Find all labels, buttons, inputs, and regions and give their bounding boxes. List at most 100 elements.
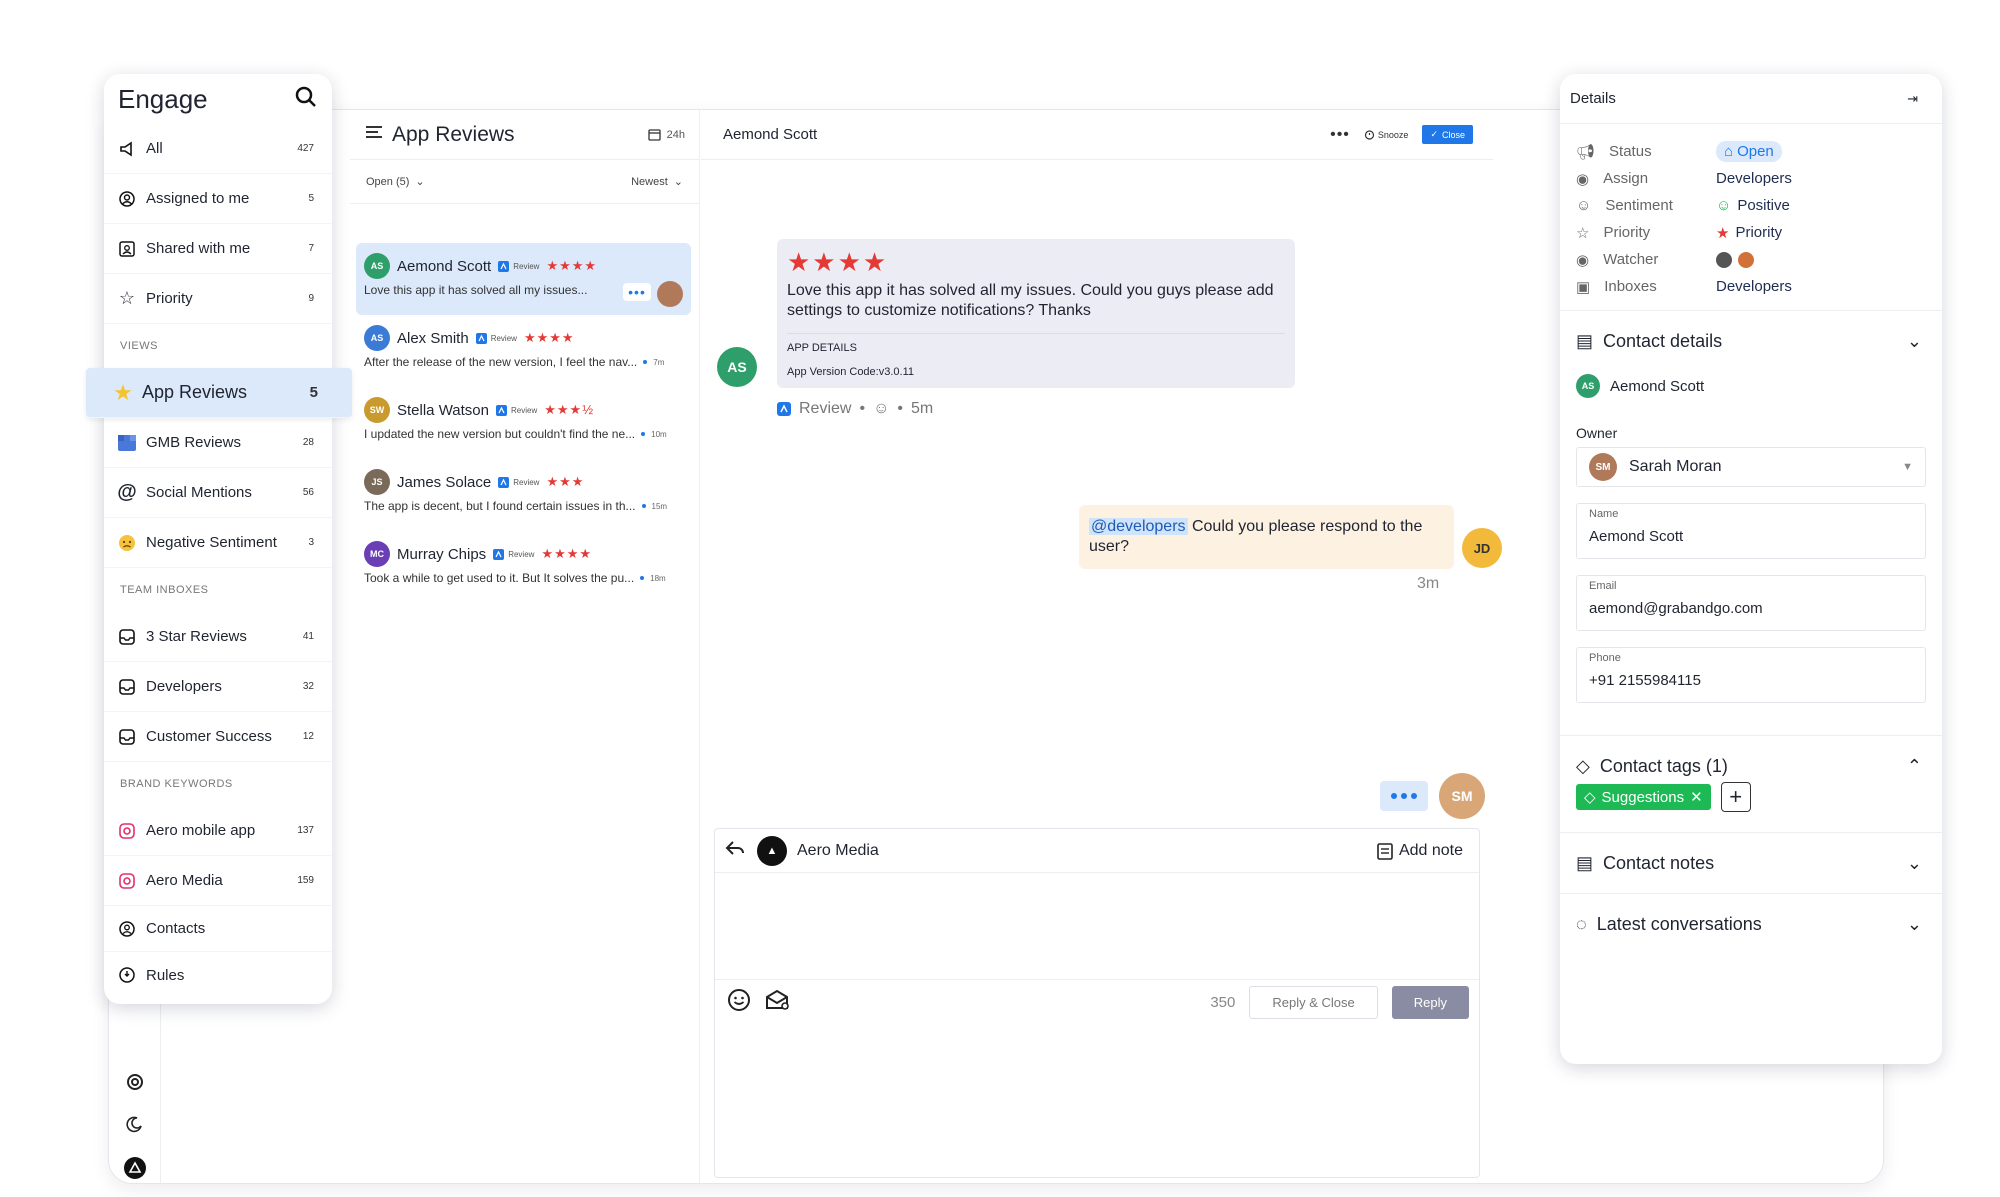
remove-tag-icon[interactable]: ✕ xyxy=(1690,788,1703,806)
details-panel: Details ⇥ 📢︎ Status ⌂ Open ◉ Assign Develop… xyxy=(1560,74,1942,1064)
latest-conversations-toggle[interactable]: ◌ Latest conversations ⌄ xyxy=(1560,894,1942,954)
close-conversation-button[interactable]: ✓ Close xyxy=(1422,125,1473,144)
more-options-icon[interactable]: ••• xyxy=(1330,126,1350,144)
conversation-name: Murray Chips xyxy=(397,545,487,563)
at-sign-icon: @ xyxy=(117,481,137,503)
clipboard-icon: ▤ xyxy=(1576,852,1594,873)
conversation-item[interactable]: AS Alex Smith Review ★★★★ After the release … xyxy=(356,315,691,387)
prop-label: Status xyxy=(1609,143,1652,160)
nav-item-aero-media[interactable]: Aero Media 159 xyxy=(104,856,332,906)
prop-watcher[interactable]: ◉ Watcher xyxy=(1576,246,1926,273)
more-options-icon[interactable]: ••• xyxy=(623,283,651,301)
app-store-icon xyxy=(475,332,487,344)
inbox-icon xyxy=(118,728,136,746)
nav-item-shared[interactable]: Shared with me 7 xyxy=(104,224,332,274)
snooze-button[interactable]: Snooze xyxy=(1364,129,1408,140)
menu-icon[interactable] xyxy=(366,125,382,144)
app-store-icon xyxy=(496,404,507,416)
nav-item-rules[interactable]: Rules xyxy=(104,952,332,998)
conversation-item[interactable]: JS James Solace Review ★★★ The app is decent… xyxy=(356,459,691,531)
emoji-icon[interactable] xyxy=(727,988,751,1017)
collapse-panel-icon[interactable]: ⇥ xyxy=(1907,91,1918,107)
latest-conversations-title: Latest conversations xyxy=(1596,913,1762,934)
status-filter-label: Open (5) xyxy=(366,175,410,188)
list-title: App Reviews xyxy=(392,122,515,146)
conversation-time: 18m xyxy=(650,573,666,583)
sort-dropdown[interactable]: Newest ⌄ xyxy=(631,175,683,189)
angry-face-icon xyxy=(118,534,136,552)
add-note-button[interactable]: Add note xyxy=(1377,842,1463,860)
nav-item-contacts[interactable]: Contacts xyxy=(104,906,332,952)
conversation-item[interactable]: AS Aemond Scott Review ★★★★ Love this app it… xyxy=(356,243,691,315)
mention-tag[interactable]: @developers xyxy=(1089,518,1188,535)
prop-status[interactable]: 📢︎ Status ⌂ Open xyxy=(1576,138,1926,165)
rules-icon xyxy=(118,966,136,984)
chat-panel: Aemond Scott ••• Snooze ✓ Close AS ★★★★ … xyxy=(701,110,1502,1183)
prop-assign[interactable]: ◉ Assign Developers xyxy=(1576,165,1926,192)
composer-header: ▲ Aero Media Add note xyxy=(715,829,1479,873)
prop-sentiment[interactable]: ☺ Sentiment ☺ Positive xyxy=(1576,192,1926,219)
conversation-name: James Solace xyxy=(397,473,492,491)
add-tag-button[interactable]: + xyxy=(1720,782,1751,812)
alarm-icon xyxy=(1364,130,1375,140)
watcher-avatar xyxy=(1738,251,1754,268)
contact-notes-toggle[interactable]: ▤ Contact notes ⌄ xyxy=(1560,833,1942,893)
status-badge[interactable]: ⌂ Open xyxy=(1716,141,1782,162)
search-icon[interactable] xyxy=(294,85,318,114)
contact-tag[interactable]: ◇ Suggestions ✕ xyxy=(1576,784,1711,810)
account-icon[interactable] xyxy=(123,1156,147,1180)
nav-title: Engage xyxy=(118,83,208,114)
conversation-name: Aemond Scott xyxy=(397,257,492,275)
conversation-list: AS Aemond Scott Review ★★★★ Love this app it… xyxy=(356,243,691,603)
date-range-label: 24h xyxy=(666,128,685,141)
nav-item-3-star-reviews[interactable]: 3 Star Reviews 41 xyxy=(104,612,332,662)
name-field[interactable]: Name Aemond Scott xyxy=(1576,503,1926,559)
conversation-item[interactable]: MC Murray Chips Review ★★★★ Took a while to … xyxy=(356,531,691,603)
nav-item-aero-mobile-app[interactable]: Aero mobile app 137 xyxy=(104,806,332,856)
date-range-button[interactable]: 24h xyxy=(647,128,685,141)
status-filter-dropdown[interactable]: Open (5) ⌄ xyxy=(366,175,425,189)
prop-label: Assign xyxy=(1603,170,1649,187)
canned-response-icon[interactable] xyxy=(765,988,791,1017)
nav-item-social-mentions[interactable]: @ Social Mentions 56 xyxy=(104,468,332,518)
nav-item-count: 32 xyxy=(302,681,314,692)
instagram-icon xyxy=(118,822,136,840)
email-field[interactable]: Email aemond@grabandgo.com xyxy=(1576,575,1926,631)
conversation-name: Alex Smith xyxy=(397,329,469,347)
nav-item-app-reviews[interactable]: ★ App Reviews 5 xyxy=(86,368,352,418)
nav-item-priority[interactable]: ☆ Priority 9 xyxy=(104,274,332,324)
dark-mode-icon[interactable] xyxy=(123,1112,147,1136)
contact-details-toggle[interactable]: ▤ Contact details ⌄ xyxy=(1560,311,1942,371)
source-badge: Review xyxy=(498,476,539,488)
nav-item-label: Negative Sentiment xyxy=(146,534,277,551)
star-icon: ☆ xyxy=(1576,224,1590,242)
prop-inboxes[interactable]: ▣ Inboxes Developers xyxy=(1576,273,1926,300)
reply-from-selector[interactable]: ▲ Aero Media xyxy=(757,835,1365,866)
star-filled-icon: ★ xyxy=(113,379,133,405)
source-label: Review xyxy=(490,333,517,343)
help-icon[interactable] xyxy=(123,1070,147,1094)
typing-dot xyxy=(1411,793,1417,799)
nav-item-negative-sentiment[interactable]: Negative Sentiment 3 xyxy=(104,518,332,568)
conversation-snippet: I updated the new version but couldn't f… xyxy=(364,427,636,441)
nav-item-label: All xyxy=(146,140,163,157)
typing-dot xyxy=(1401,793,1407,799)
watcher-avatar xyxy=(1716,251,1732,268)
nav-item-assigned[interactable]: Assigned to me 5 xyxy=(104,174,332,224)
nav-item-customer-success[interactable]: Customer Success 12 xyxy=(104,712,332,762)
reply-textarea[interactable] xyxy=(715,873,1479,979)
reply-button[interactable]: Reply xyxy=(1391,986,1469,1019)
prop-priority[interactable]: ☆ Priority ★ Priority xyxy=(1576,219,1926,246)
contact-card-icon: ▤ xyxy=(1576,330,1594,351)
user-circle-icon xyxy=(118,190,136,208)
conversation-item[interactable]: SW Stella Watson Review ★★★½ I updated the n… xyxy=(356,387,691,459)
reply-icon[interactable] xyxy=(725,839,745,862)
nav-item-developers[interactable]: Developers 32 xyxy=(104,662,332,712)
phone-field[interactable]: Phone +91 2155984115 xyxy=(1576,647,1926,703)
nav-item-all[interactable]: All 427 xyxy=(104,124,332,174)
nav-item-label: Shared with me xyxy=(146,240,251,257)
app-store-icon xyxy=(498,260,510,272)
reply-and-close-button[interactable]: Reply & Close xyxy=(1249,986,1378,1019)
nav-item-gmb-reviews[interactable]: GMB Reviews 28 xyxy=(104,418,332,468)
owner-select[interactable]: SM Sarah Moran ▼ xyxy=(1576,447,1926,487)
